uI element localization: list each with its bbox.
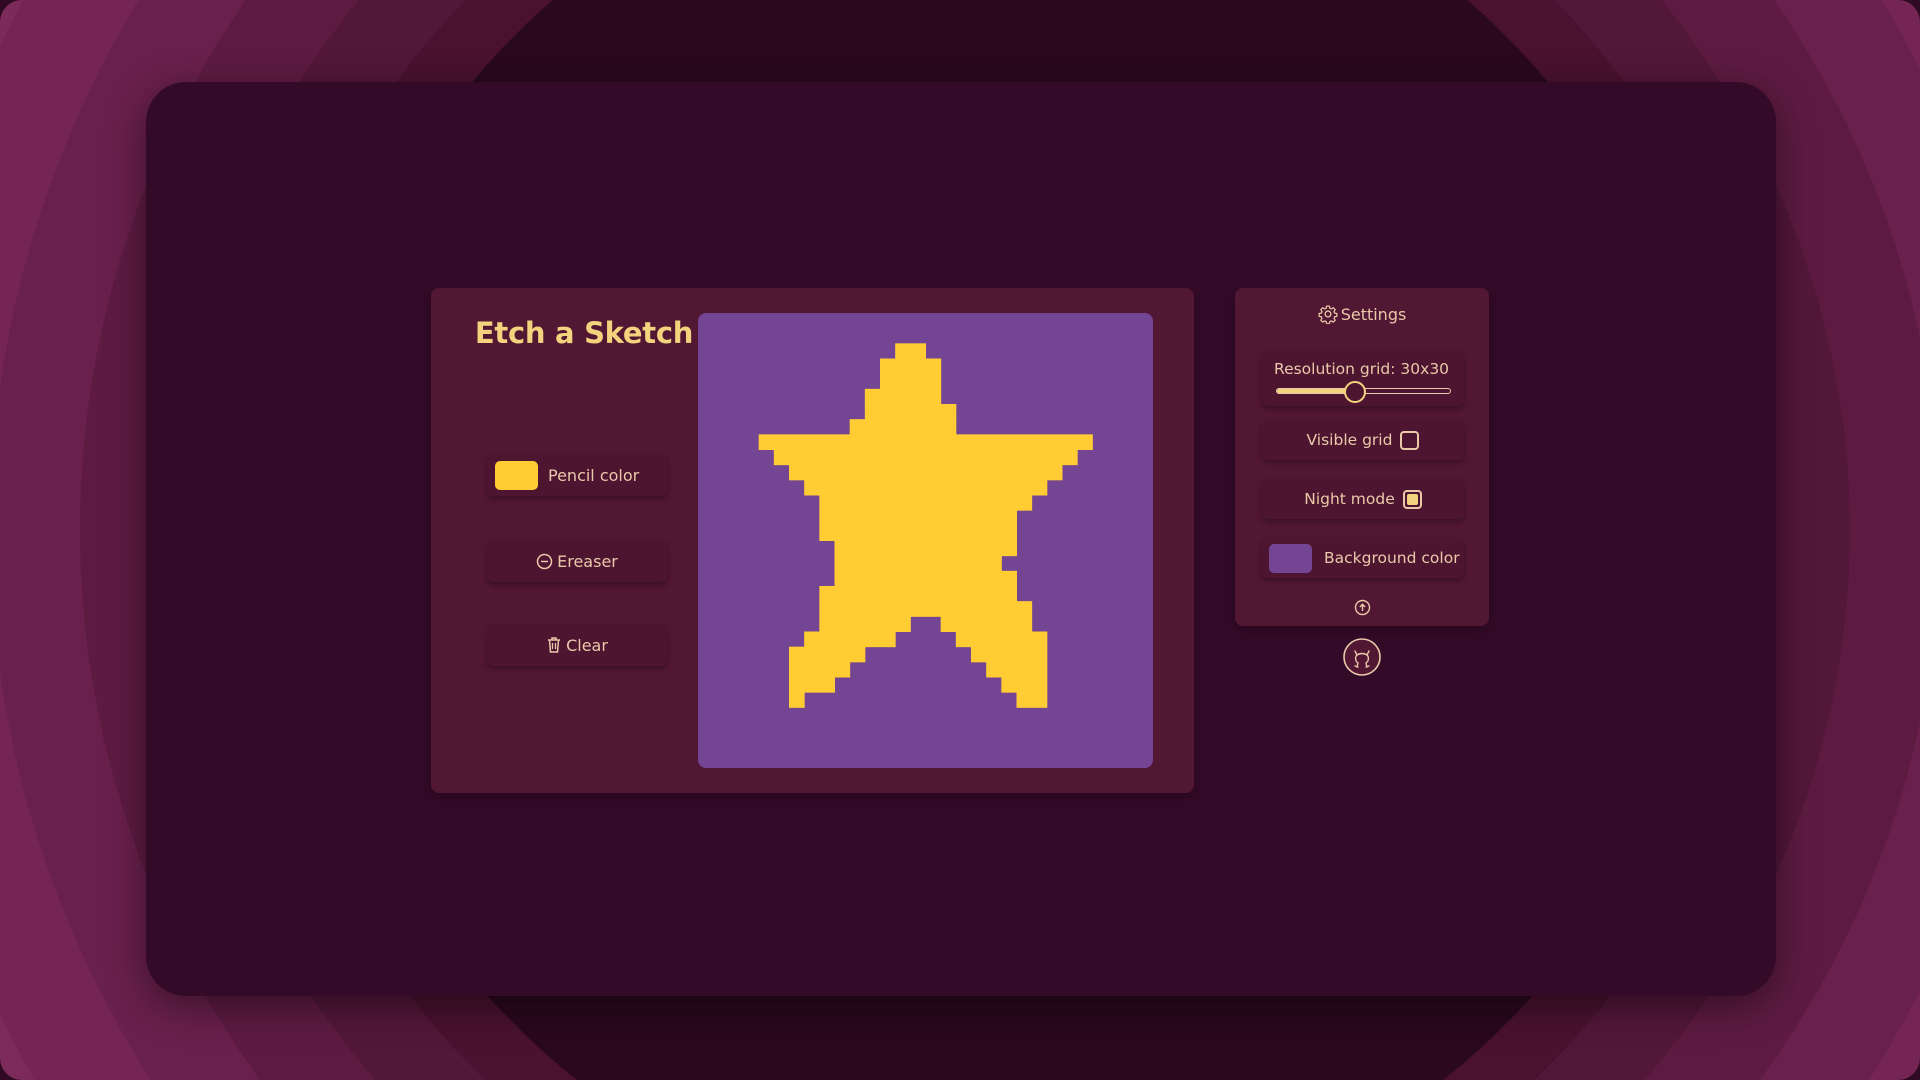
star-pixel-row	[819, 495, 1033, 511]
arrow-up-circle-icon[interactable]	[1354, 599, 1371, 616]
resolution-label: Resolution grid: 30x30	[1274, 360, 1450, 378]
star-pixel-row	[789, 692, 805, 708]
drawing-canvas[interactable]	[698, 313, 1153, 768]
settings-panel: Settings Resolution grid: 30x30 Visible …	[1235, 288, 1489, 626]
background-color-swatch[interactable]	[1269, 543, 1312, 573]
background-color-label: Background color	[1324, 549, 1460, 567]
star-pixel-row	[986, 661, 1048, 678]
github-icon[interactable]	[1342, 637, 1382, 677]
star-pixel-row	[1001, 677, 1048, 693]
gear-icon	[1318, 304, 1338, 324]
star-pixel-row	[804, 631, 896, 648]
pixel-grid[interactable]	[698, 313, 1153, 768]
clear-button[interactable]: Clear	[487, 624, 667, 666]
star-pixel-row	[849, 419, 957, 435]
resolution-slider-thumb[interactable]	[1343, 381, 1366, 403]
minus-circle-icon	[536, 553, 553, 570]
star-pixel-row	[834, 555, 1002, 572]
star-pixel-row	[789, 677, 835, 693]
star-pixel-row	[834, 570, 1017, 587]
star-pixel-row	[804, 479, 1048, 496]
visible-grid-toggle[interactable]: Visible grid	[1262, 420, 1464, 460]
eraser-label: Ereaser	[557, 551, 618, 571]
background-color-button[interactable]: Background color	[1262, 538, 1464, 578]
star-pixel-row	[880, 358, 942, 375]
night-mode-label: Night mode	[1304, 490, 1395, 508]
star-pixel-row	[789, 661, 851, 678]
star-pixel-row	[864, 404, 957, 420]
visible-grid-label: Visible grid	[1306, 431, 1393, 449]
star-pixel-row	[864, 388, 942, 405]
star-pixel-row	[1016, 692, 1048, 708]
star-pixel-row	[971, 646, 1048, 663]
resolution-control: Resolution grid: 30x30	[1262, 351, 1464, 406]
star-pixel-row	[789, 646, 866, 663]
eraser-button[interactable]: Ereaser	[487, 540, 667, 582]
pencil-color-swatch[interactable]	[495, 460, 538, 490]
star-pixel-row	[940, 616, 1033, 632]
star-pixel-row	[834, 540, 1017, 557]
star-pixel-row	[758, 434, 1093, 450]
star-pixel-row	[819, 586, 1017, 602]
sketch-panel: Etch a Sketch Pencil color Ereaser Clear	[431, 288, 1194, 793]
settings-header: Settings	[1235, 304, 1489, 324]
trash-icon	[546, 636, 562, 654]
star-pixel-row	[880, 373, 942, 390]
star-pixel-row	[895, 343, 926, 359]
settings-title: Settings	[1340, 304, 1407, 324]
star-pixel-row	[955, 631, 1048, 648]
star-pixel-row	[819, 616, 911, 632]
night-mode-checkbox[interactable]	[1402, 489, 1422, 509]
app-title: Etch a Sketch	[474, 316, 694, 350]
clear-label: Clear	[566, 635, 608, 655]
night-mode-toggle[interactable]: Night mode	[1262, 479, 1464, 519]
star-pixel-row	[773, 449, 1078, 466]
pencil-color-label: Pencil color	[548, 465, 640, 485]
star-pixel-row	[819, 510, 1017, 526]
star-pixel-row	[819, 601, 1033, 617]
star-pixel-row	[789, 464, 1063, 481]
star-pixel-row	[819, 525, 1017, 541]
visible-grid-checkbox[interactable]	[1400, 430, 1420, 450]
pencil-color-button[interactable]: Pencil color	[487, 454, 667, 496]
